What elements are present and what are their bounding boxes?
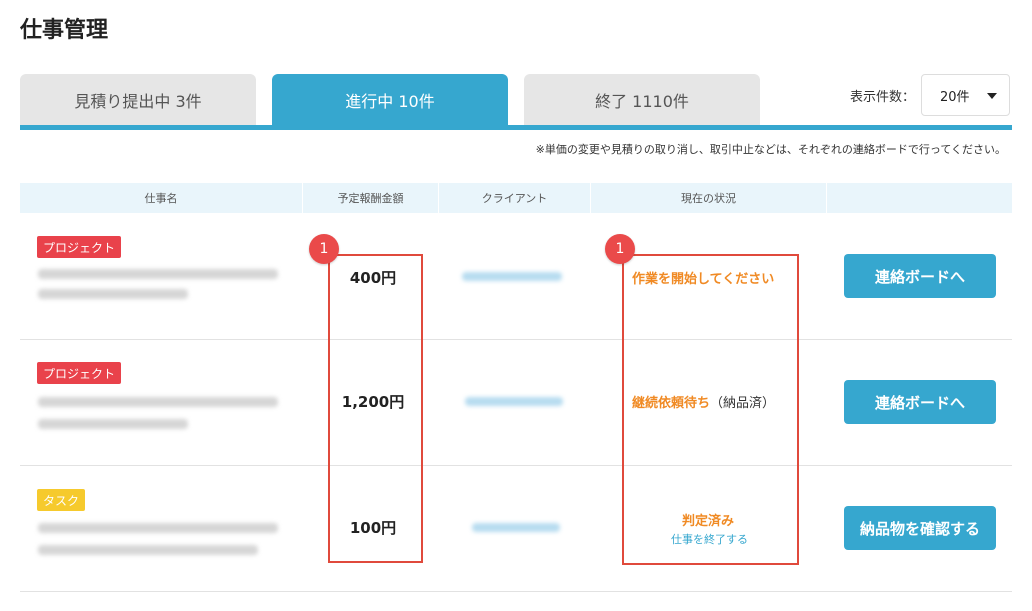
- status-highlight-box: [622, 254, 799, 565]
- column-client: クライアント: [439, 183, 591, 213]
- contact-board-button[interactable]: 連絡ボードへ: [844, 380, 996, 424]
- project-badge: プロジェクト: [37, 236, 122, 258]
- tab-finished[interactable]: 終了 1110件: [524, 74, 760, 126]
- per-page-label: 表示件数：: [850, 90, 916, 105]
- client-link-blurred[interactable]: [465, 397, 563, 406]
- per-page-value: 20件: [940, 89, 970, 105]
- project-badge: プロジェクト: [37, 362, 122, 384]
- table-header: 仕事名 予定報酬金額 クライアント 現在の状況: [20, 183, 1012, 213]
- chevron-down-icon: [987, 93, 997, 99]
- column-reward: 予定報酬金額: [303, 183, 439, 213]
- price-highlight-box: [328, 254, 423, 563]
- client-link-blurred[interactable]: [472, 523, 560, 532]
- table-row: プロジェクト 400円 作業を開始してください 連絡ボードへ: [20, 213, 1012, 340]
- job-title-blurred[interactable]: [38, 419, 188, 429]
- job-title-blurred[interactable]: [38, 269, 278, 279]
- tab-estimates[interactable]: 見積り提出中 3件: [20, 74, 256, 126]
- annotation-marker: 1: [605, 234, 635, 264]
- column-job-name: 仕事名: [20, 183, 303, 213]
- task-badge: タスク: [37, 489, 86, 511]
- tab-underline: [20, 125, 1012, 130]
- tab-in-progress[interactable]: 進行中 10件: [272, 74, 508, 126]
- job-title-blurred[interactable]: [38, 397, 278, 407]
- annotation-marker: 1: [309, 234, 339, 264]
- notice-text: ※単価の変更や見積りの取り消し、取引中止などは、それぞれの連絡ボードで行ってくだ…: [535, 143, 1006, 156]
- table-row: タスク 100円 判定済み 仕事を終了する 納品物を確認する: [20, 465, 1012, 592]
- per-page-select[interactable]: 20件: [921, 74, 1010, 116]
- client-link-blurred[interactable]: [462, 272, 562, 281]
- page-title: 仕事管理: [20, 18, 109, 43]
- column-status: 現在の状況: [591, 183, 827, 213]
- job-title-blurred[interactable]: [38, 545, 258, 555]
- column-action: [827, 183, 1012, 213]
- check-deliverable-button[interactable]: 納品物を確認する: [844, 506, 996, 550]
- job-title-blurred[interactable]: [38, 289, 188, 299]
- job-title-blurred[interactable]: [38, 523, 278, 533]
- table-row: プロジェクト 1,200円 継続依頼待ち（納品済） 連絡ボードへ: [20, 339, 1012, 466]
- contact-board-button[interactable]: 連絡ボードへ: [844, 254, 996, 298]
